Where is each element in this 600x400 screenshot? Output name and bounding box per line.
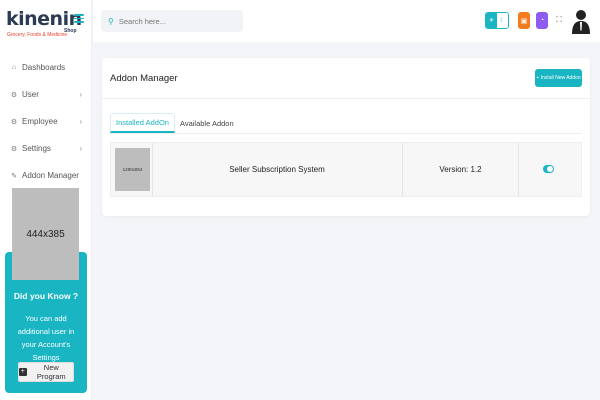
sidebar: kinenin Shop Grocery, Foods & Medicine ⌂… — [0, 0, 92, 400]
theme-toggle[interactable]: ☀ ☾ — [485, 12, 509, 29]
addon-status-toggle[interactable] — [543, 165, 554, 173]
addon-thumbnail-label: 1280x854 — [122, 167, 143, 172]
chevron-right-icon: › — [79, 117, 82, 126]
sidebar-nav: ⌂ Dashboards ⚙ User › ⚙ Employee › ⚙ Set… — [0, 54, 92, 189]
sidebar-item-label: Settings — [22, 144, 51, 153]
sidebar-item-addon-manager[interactable]: ✎ Addon Manager — [0, 162, 92, 189]
addon-row: 1280x854 Seller Subscription System Vers… — [110, 142, 582, 197]
menu-toggle-icon[interactable] — [74, 14, 84, 23]
home-icon: ⌂ — [11, 64, 17, 71]
chevron-right-icon: › — [79, 90, 82, 99]
wrench-icon: ✎ — [11, 172, 17, 180]
divider — [102, 98, 590, 99]
plus-icon: + — [19, 368, 27, 376]
sidebar-item-label: Dashboards — [22, 63, 66, 72]
sidebar-item-employee[interactable]: ⚙ Employee › — [0, 108, 92, 135]
divider — [518, 143, 519, 196]
page-title: Addon Manager — [110, 73, 178, 84]
promo-text: You can add additional user in your Acco… — [17, 314, 75, 362]
addon-tabs: Installed AddOn Available Addon — [110, 113, 239, 133]
gear-icon: ⚙ — [10, 145, 18, 153]
placeholder-image-label: 444x385 — [26, 228, 65, 240]
gear-icon: ⚙ — [10, 91, 18, 99]
sidebar-item-settings[interactable]: ⚙ Settings › — [0, 135, 92, 162]
tabs-divider — [110, 133, 582, 134]
addon-manager-card: Addon Manager + Install New Addon Instal… — [102, 58, 590, 216]
sidebar-item-dashboards[interactable]: ⌂ Dashboards — [0, 54, 92, 81]
bag-icon[interactable]: ▣ — [518, 12, 530, 29]
promo-title: Did you Know ? — [13, 291, 79, 301]
sun-icon: ☀ — [486, 13, 497, 28]
search-input[interactable] — [118, 16, 229, 26]
search-icon: ⚲ — [108, 16, 114, 26]
install-new-addon-button[interactable]: + Install New Addon — [535, 69, 582, 87]
sidebar-item-user[interactable]: ⚙ User › — [0, 81, 92, 108]
sidebar-placeholder-image: 444x385 — [12, 188, 79, 280]
sidebar-item-label: Addon Manager — [22, 171, 79, 180]
expand-icon[interactable]: ⛶ — [554, 13, 564, 27]
toggle-knob — [547, 166, 553, 172]
search-bar[interactable]: ⚲ — [101, 10, 243, 32]
sidebar-item-label: User — [22, 90, 39, 99]
tab-installed-addon[interactable]: Installed AddOn — [110, 113, 175, 133]
new-program-label: New Program — [36, 363, 66, 381]
sidebar-item-label: Employee — [22, 117, 58, 126]
moon-icon: ☾ — [497, 13, 508, 28]
logo-wordmark: kinenin — [6, 8, 82, 30]
user-avatar-icon[interactable] — [571, 8, 591, 34]
chevron-right-icon: › — [79, 144, 82, 153]
gear-icon: ⚙ — [10, 118, 18, 126]
addon-thumbnail: 1280x854 — [115, 148, 150, 191]
top-bar: ⚲ ☀ ☾ ▣ ◔ ⛶ — [93, 0, 600, 42]
logo-tagline: Grocery, Foods & Medicine — [7, 32, 68, 38]
bell-icon[interactable]: ◔ — [536, 12, 548, 29]
new-program-button[interactable]: + New Program — [18, 362, 74, 382]
addon-name: Seller Subscription System — [229, 165, 325, 174]
tab-available-addon[interactable]: Available Addon — [175, 113, 239, 133]
addon-version: Version: 1.2 — [439, 165, 482, 174]
